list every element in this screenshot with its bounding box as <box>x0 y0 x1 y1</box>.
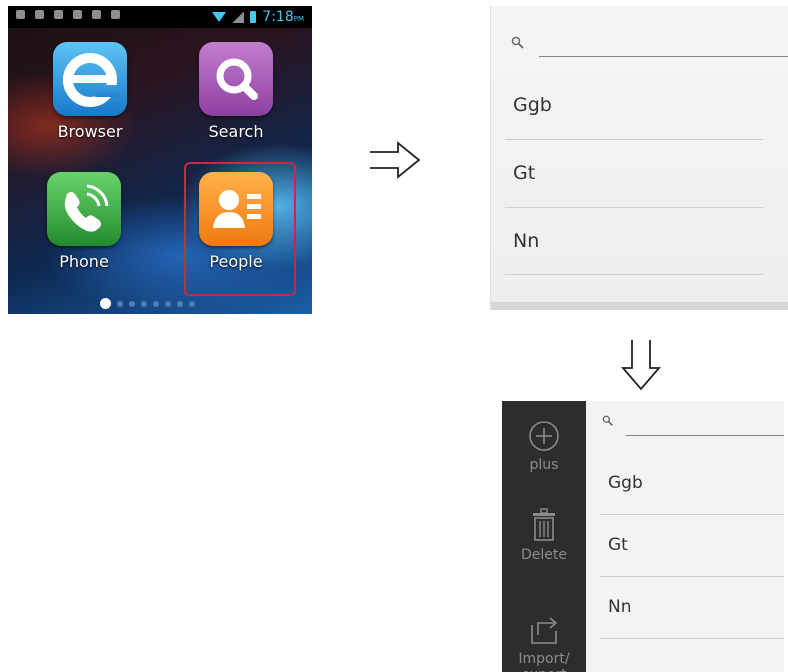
contacts-list-screen: Ggb Gt Nn <box>490 6 788 310</box>
contact-item[interactable]: Nn <box>513 230 539 252</box>
trash-icon <box>533 508 555 541</box>
notification-icon <box>92 10 101 19</box>
browser-icon <box>53 42 127 116</box>
search-icon <box>602 415 613 426</box>
page-dot[interactable] <box>153 300 159 307</box>
menu-item-label: plus <box>529 457 559 473</box>
page-dot[interactable] <box>165 300 171 307</box>
search-input[interactable] <box>626 435 784 436</box>
page-dot[interactable] <box>129 300 135 307</box>
menu-item-delete[interactable]: Delete <box>502 507 586 563</box>
contact-item[interactable]: Ggb <box>608 473 643 493</box>
divider <box>505 139 763 140</box>
divider <box>600 514 784 515</box>
people-highlight-box <box>184 162 296 296</box>
contact-item[interactable]: Ggb <box>513 94 552 116</box>
app-phone[interactable]: Phone <box>40 172 128 271</box>
search-icon <box>199 42 273 116</box>
notification-icon <box>111 10 120 19</box>
contacts-menu-screen: plus Delete Import/ export <box>502 401 784 672</box>
page-dot-active[interactable] <box>100 298 111 309</box>
contact-item[interactable]: Gt <box>513 162 535 184</box>
search-icon <box>511 36 524 49</box>
contact-item[interactable]: Gt <box>608 535 628 555</box>
page-dot[interactable] <box>141 300 147 307</box>
search-bar[interactable] <box>596 413 784 439</box>
app-label: Search <box>208 122 264 141</box>
down-arrow-icon <box>621 340 661 391</box>
status-bar: 7:18PM <box>8 6 312 28</box>
menu-item-label: Delete <box>521 547 567 563</box>
page-dot[interactable] <box>117 300 123 307</box>
notification-icon <box>73 10 82 19</box>
menu-item-import-export[interactable]: Import/ export <box>502 597 586 672</box>
divider <box>600 576 784 577</box>
page-indicator[interactable] <box>100 298 195 309</box>
app-browser[interactable]: Browser <box>46 42 134 141</box>
phone-home-screen: 7:18PM Browser Search Phone People <box>8 6 312 314</box>
status-clock: 7:18PM <box>262 9 304 25</box>
app-search[interactable]: Search <box>192 42 280 141</box>
divider <box>505 207 763 208</box>
phone-icon <box>47 172 121 246</box>
options-sidebar: plus Delete Import/ export <box>502 401 586 672</box>
right-arrow-icon <box>370 141 421 179</box>
menu-item-label: Import/ export <box>518 651 570 672</box>
menu-item-plus[interactable]: plus <box>502 419 586 473</box>
search-input[interactable] <box>539 56 788 57</box>
search-bar[interactable] <box>505 34 788 60</box>
app-label: Phone <box>59 252 109 271</box>
page-dot[interactable] <box>177 300 183 307</box>
divider <box>600 638 784 639</box>
import-export-icon <box>531 617 558 644</box>
divider <box>505 274 763 275</box>
notification-icons <box>16 10 120 19</box>
wifi-icon <box>212 12 227 22</box>
contact-item[interactable]: Nn <box>608 597 632 617</box>
notification-icon <box>54 10 63 19</box>
battery-icon <box>250 11 257 23</box>
notification-icon <box>16 10 25 19</box>
plus-circle-icon <box>529 421 559 451</box>
app-label: Browser <box>57 122 123 141</box>
page-dot[interactable] <box>189 300 195 307</box>
panel-bottom-edge <box>491 302 788 310</box>
signal-icon <box>232 11 245 23</box>
notification-icon <box>35 10 44 19</box>
contacts-list: Ggb Gt Nn <box>586 401 784 672</box>
